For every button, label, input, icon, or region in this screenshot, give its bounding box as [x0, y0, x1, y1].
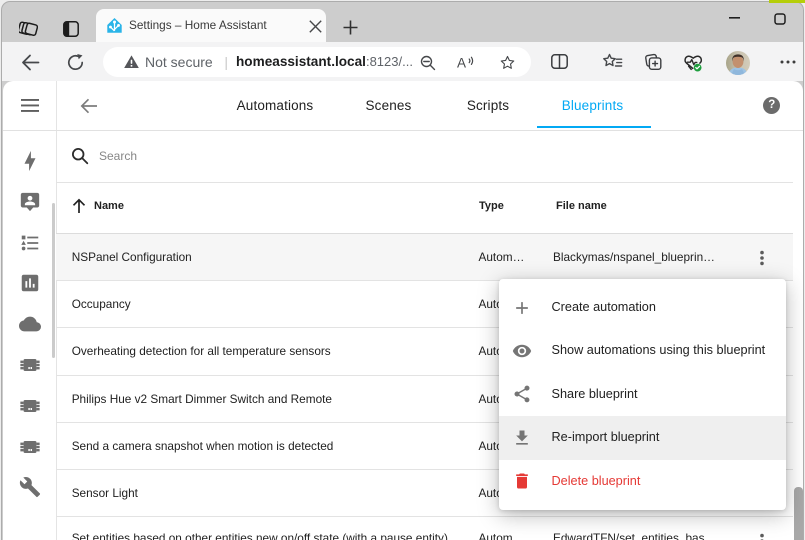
svg-text:A: A [457, 56, 466, 71]
